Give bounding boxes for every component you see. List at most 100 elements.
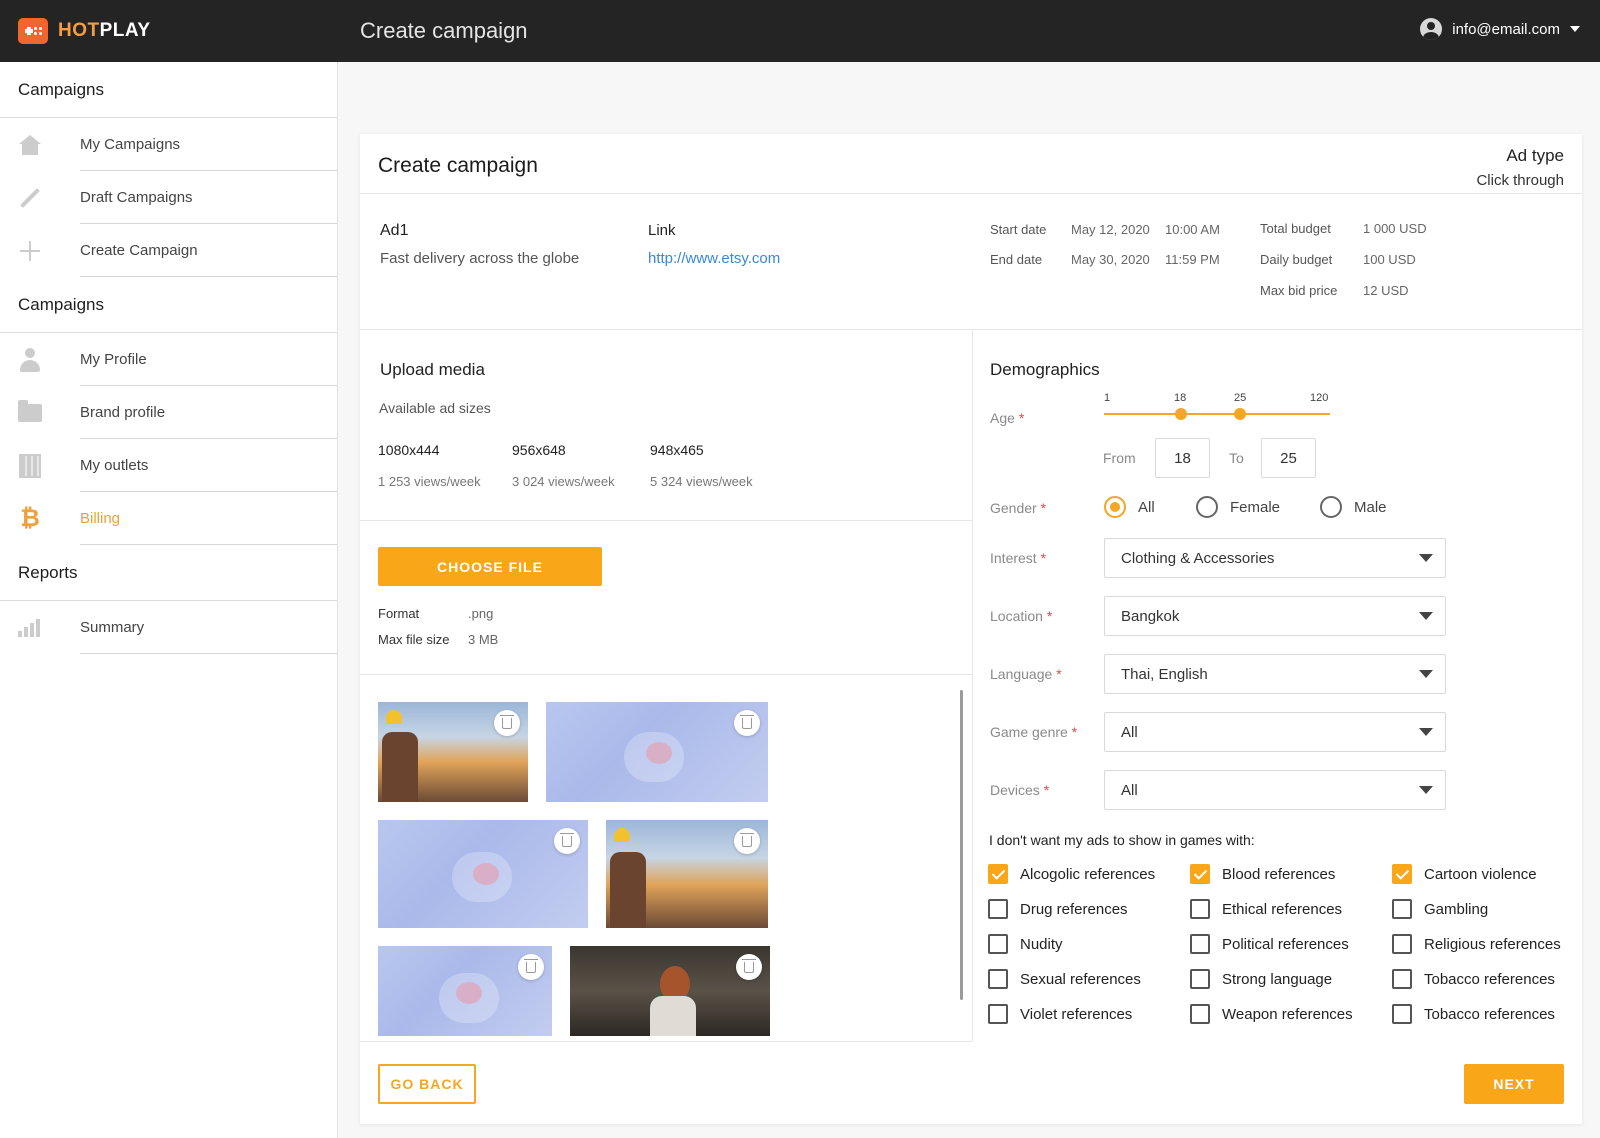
end-time: 11:59 PM [1165, 252, 1220, 267]
sidebar-item-label: My outlets [80, 457, 149, 474]
media-thumbnail[interactable] [378, 946, 552, 1036]
media-scrollbar[interactable] [960, 690, 963, 1000]
size-3-views: 5 324 views/week [650, 474, 753, 489]
trash-icon[interactable] [494, 710, 520, 736]
sidebar-item-billing[interactable]: ₿ Billing [0, 492, 337, 545]
bitcoin-icon: ₿ [20, 504, 40, 532]
max-bid-label: Max bid price [1260, 283, 1338, 298]
ad-type-label: Ad type [1506, 146, 1564, 165]
user-avatar-icon [1420, 18, 1443, 40]
chevron-down-icon [1570, 26, 1580, 32]
devices-select[interactable]: All [1104, 770, 1446, 810]
sidebar-item-create-campaign[interactable]: Create Campaign [0, 224, 337, 277]
language-select[interactable]: Thai, English [1104, 654, 1446, 694]
exclusion-checkbox[interactable]: Nudity [988, 934, 1063, 954]
ad-name: Ad1 [380, 222, 409, 239]
age-slider-from-handle[interactable] [1175, 408, 1187, 420]
chevron-down-icon [1419, 728, 1433, 736]
exclusion-checkbox[interactable]: Political references [1190, 934, 1349, 954]
ad-type-value: Click through [1476, 172, 1564, 189]
size-2: 956x648 [512, 442, 566, 458]
start-date: May 12, 2020 [1071, 222, 1150, 237]
media-thumbnail[interactable] [378, 702, 528, 802]
ad-type: Ad type Click through [1476, 146, 1564, 189]
sidebar-item-label: Summary [80, 619, 145, 636]
sidebar-item-summary[interactable]: Summary [0, 601, 337, 654]
media-thumbnail[interactable] [546, 702, 768, 802]
age-tick-to: 25 [1234, 392, 1247, 404]
sidebar-item-my-profile[interactable]: My Profile [0, 333, 337, 386]
sidebar-item-label: My Profile [80, 351, 147, 368]
exclusion-checkbox[interactable]: Drug references [988, 899, 1128, 919]
sidebar-item-my-campaigns[interactable]: My Campaigns [0, 118, 337, 171]
exclusion-checkbox[interactable]: Sexual references [988, 969, 1141, 989]
next-button[interactable]: NEXT [1464, 1064, 1564, 1104]
daily-budget-label: Daily budget [1260, 252, 1333, 267]
go-back-button[interactable]: GO BACK [378, 1064, 476, 1104]
sidebar-item-label: My Campaigns [80, 136, 181, 153]
ad-link[interactable]: http://www.etsy.com [648, 250, 780, 267]
age-slider-track[interactable] [1104, 413, 1330, 415]
age-tick-from: 18 [1174, 392, 1187, 404]
sidebar-item-label: Billing [80, 510, 121, 527]
user-icon [19, 347, 41, 372]
sidebar-item-brand-profile[interactable]: Brand profile [0, 386, 337, 439]
sidebar-item-label: Brand profile [80, 404, 166, 421]
building-icon [19, 453, 41, 478]
chevron-down-icon [1419, 670, 1433, 678]
gender-label: Gender * [990, 500, 1047, 516]
exclusions-label: I don't want my ads to show in games wit… [989, 832, 1255, 848]
chevron-down-icon [1419, 612, 1433, 620]
location-select[interactable]: Bangkok [1104, 596, 1446, 636]
sidebar-item-draft-campaigns[interactable]: Draft Campaigns [0, 171, 337, 224]
start-date-label: Start date [990, 222, 1047, 237]
game-genre-select[interactable]: All [1104, 712, 1446, 752]
trash-icon[interactable] [734, 828, 760, 854]
exclusion-checkbox[interactable]: Religious references [1392, 934, 1561, 954]
trash-icon[interactable] [736, 954, 762, 980]
exclusion-checkbox[interactable]: Cartoon violence [1392, 864, 1537, 884]
max-size-value: 3 MB [468, 632, 499, 647]
folder-icon [18, 399, 42, 422]
sidebar-item-my-outlets[interactable]: My outlets [0, 439, 337, 492]
gender-female-radio[interactable]: Female [1196, 496, 1280, 518]
daily-budget: 100 USD [1363, 252, 1416, 267]
exclusion-checkbox[interactable]: Gambling [1392, 899, 1488, 919]
chevron-down-icon [1419, 786, 1433, 794]
exclusion-checkbox[interactable]: Weapon references [1190, 1004, 1353, 1024]
to-label: To [1229, 450, 1244, 466]
card-title: Create campaign [378, 154, 538, 177]
devices-label: Devices * [990, 782, 1050, 798]
exclusion-checkbox[interactable]: Tobacco references [1392, 1004, 1555, 1024]
trash-icon[interactable] [734, 710, 760, 736]
gender-all-radio[interactable]: All [1104, 496, 1155, 518]
size-3: 948x465 [650, 442, 704, 458]
interest-select[interactable]: Clothing & Accessories [1104, 538, 1446, 578]
age-to-input[interactable]: 25 [1261, 438, 1316, 478]
sidebar-section-account: Campaigns [0, 277, 337, 333]
exclusion-checkbox[interactable]: Alcogolic references [988, 864, 1155, 884]
game-genre-label: Game genre * [990, 724, 1078, 740]
exclusion-checkbox[interactable]: Blood references [1190, 864, 1335, 884]
choose-file-button[interactable]: CHOOSE FILE [378, 547, 602, 586]
age-slider-to-handle[interactable] [1234, 408, 1246, 420]
user-menu[interactable]: info@email.com [1420, 18, 1580, 40]
exclusion-checkbox[interactable]: Violet references [988, 1004, 1132, 1024]
age-tick-min: 1 [1104, 392, 1111, 404]
age-label: Age * [990, 410, 1025, 426]
gender-male-radio[interactable]: Male [1320, 496, 1387, 518]
media-thumbnail[interactable] [570, 946, 770, 1036]
create-campaign-card: Create campaign Ad type Click through Ad… [360, 134, 1582, 1124]
exclusion-checkbox[interactable]: Ethical references [1190, 899, 1342, 919]
media-thumbnail[interactable] [378, 820, 588, 928]
trash-icon[interactable] [554, 828, 580, 854]
trash-icon[interactable] [518, 954, 544, 980]
end-date: May 30, 2020 [1071, 252, 1150, 267]
exclusion-checkbox[interactable]: Tobacco references [1392, 969, 1555, 989]
exclusion-checkbox[interactable]: Strong language [1190, 969, 1332, 989]
hotplay-logo[interactable]: HOTPLAY [18, 18, 151, 44]
total-budget: 1 000 USD [1363, 221, 1427, 236]
sidebar: Campaigns My Campaigns Draft Campaigns C… [0, 62, 338, 1138]
age-from-input[interactable]: 18 [1155, 438, 1210, 478]
media-thumbnail[interactable] [606, 820, 768, 928]
